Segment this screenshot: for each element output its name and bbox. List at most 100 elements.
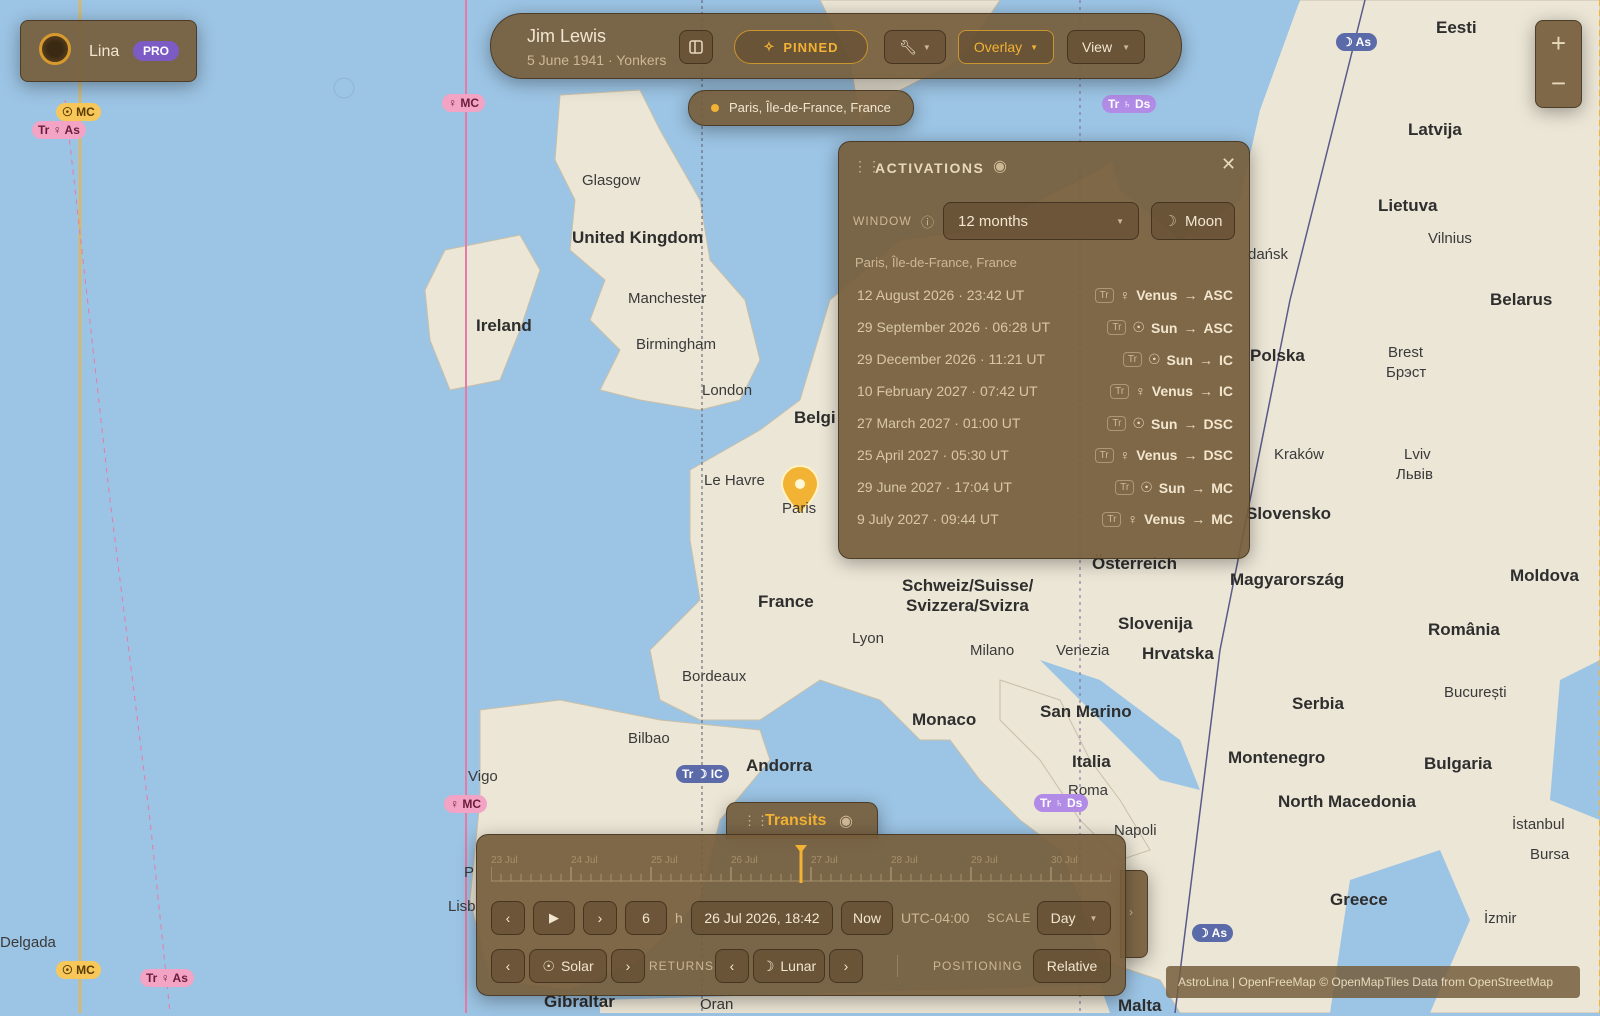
pro-badge: PRO: [133, 41, 180, 61]
map-attribution[interactable]: AstroLina | OpenFreeMap © OpenMapTiles D…: [1166, 966, 1580, 998]
map-label-city: İzmir: [1484, 910, 1517, 927]
lunar-prev-button[interactable]: ‹: [715, 949, 749, 983]
returns-label: RETURNS: [649, 959, 715, 973]
chevron-right-icon: ›: [1129, 905, 1133, 919]
map-label-country: Magyarország: [1230, 570, 1345, 589]
line-tag-sun-mc[interactable]: ☉ MC: [56, 961, 101, 979]
map-label-country: România: [1428, 620, 1500, 639]
eye-icon[interactable]: ◉: [839, 811, 853, 831]
line-tag-venus-mc[interactable]: ♀ MC: [442, 94, 485, 112]
now-button[interactable]: Now: [841, 901, 893, 935]
close-icon[interactable]: ✕: [1221, 154, 1236, 175]
chevron-down-icon: ▼: [1122, 42, 1130, 52]
list-item[interactable]: 25 April 2027 · 05:30 UT Tr ♀ Venus → DSC: [839, 440, 1249, 472]
map-label-country: Latvija: [1408, 120, 1462, 139]
list-item[interactable]: 29 June 2027 · 17:04 UT Tr ☉ Sun → MC: [839, 472, 1249, 504]
map-label-city: Vigo: [468, 768, 498, 785]
zoom-in-button[interactable]: +: [1536, 25, 1581, 61]
eye-icon[interactable]: ◉: [993, 156, 1007, 176]
solar-prev-button[interactable]: ‹: [491, 949, 525, 983]
window-label: WINDOW: [853, 214, 912, 228]
play-button[interactable]: ▶: [533, 901, 575, 935]
list-item[interactable]: 10 February 2027 · 07:42 UT Tr ♀ Venus → IC: [839, 376, 1249, 408]
chevron-left-icon: ‹: [729, 958, 735, 974]
list-item[interactable]: 9 July 2027 · 09:44 UT Tr ♀ Venus → MC: [839, 504, 1249, 536]
map-label-country: United Kingdom: [572, 228, 704, 247]
list-item[interactable]: 12 August 2026 · 23:42 UT Tr ♀ Venus → ASC: [839, 280, 1249, 312]
map-label-country: Belarus: [1490, 290, 1553, 309]
positioning-label: POSITIONING: [933, 959, 1023, 973]
chevron-right-icon: ›: [625, 958, 631, 974]
zoom-controls: + −: [1535, 20, 1582, 108]
map-label-country: Malta: [1118, 996, 1162, 1015]
divider: [897, 955, 898, 977]
map-label-city: Bursa: [1530, 846, 1570, 863]
map-label-city: Manchester: [628, 290, 707, 307]
profile-chip[interactable]: Lina PRO: [20, 20, 197, 82]
line-tag-sun-mc[interactable]: ☉ MC: [56, 103, 101, 121]
line-tag-venus-as[interactable]: Tr ♀ As: [32, 121, 86, 139]
map-label-country: Hrvatska: [1142, 644, 1214, 663]
sun-icon: ☉: [542, 957, 555, 974]
chevron-right-icon: ›: [597, 910, 603, 926]
location-dot-icon: [711, 104, 719, 112]
tools-button[interactable]: 🔧︎ ▼: [884, 30, 946, 64]
sidebar-toggle-button[interactable]: [679, 30, 713, 64]
lunar-return-button[interactable]: ☽ Lunar: [753, 949, 825, 983]
list-item[interactable]: 29 December 2026 · 11:21 UT Tr ☉ Sun → IC: [839, 344, 1249, 376]
line-tag-saturn-ds[interactable]: Tr ♄ Ds: [1102, 95, 1157, 113]
chart-title[interactable]: Jim Lewis: [527, 26, 606, 47]
chevron-left-icon: ‹: [505, 910, 511, 926]
sparkle-icon: ✧: [763, 39, 776, 54]
map-label-city: București: [1444, 684, 1507, 701]
solar-return-button[interactable]: ☉ Solar: [529, 949, 607, 983]
scale-label: SCALE: [987, 911, 1032, 925]
map-label-country: Belgi: [794, 408, 836, 427]
activations-place: Paris, Île-de-France, France: [855, 255, 1017, 270]
map-label-city: Lviv: [1404, 446, 1431, 463]
list-item[interactable]: 29 September 2026 · 06:28 UT Tr ☉ Sun → ASC: [839, 312, 1249, 344]
line-tag-saturn-ds[interactable]: Tr ♄ Ds: [1034, 794, 1089, 812]
moon-toggle-button[interactable]: ☽ Moon: [1151, 202, 1235, 240]
line-tag-moon-as[interactable]: ☽ As: [1192, 924, 1233, 942]
map-label-country: Svizzera/Svizra: [906, 596, 1029, 615]
timeline-tick-label: 28 Jul: [891, 855, 918, 866]
map-label-city: Paris: [782, 500, 817, 517]
step-forward-button[interactable]: ›: [583, 901, 617, 935]
map-label-city: İstanbul: [1512, 816, 1565, 833]
map-label-city: Venezia: [1056, 642, 1110, 659]
line-tag-moon-ic[interactable]: Tr ☽ IC: [676, 765, 729, 783]
window-select[interactable]: 12 months ▼: [943, 202, 1139, 240]
step-back-button[interactable]: ‹: [491, 901, 525, 935]
map-label-city: P: [464, 864, 475, 881]
pinned-button[interactable]: ✧ PINNED: [734, 30, 868, 64]
map-label-country: Ireland: [476, 316, 532, 335]
solar-next-button[interactable]: ›: [611, 949, 645, 983]
map-label-country: Andorra: [746, 756, 813, 775]
map-label-country: North Macedonia: [1278, 792, 1416, 811]
line-tag-moon-as[interactable]: ☽ As: [1336, 33, 1377, 51]
line-tag-venus-as[interactable]: Tr ♀ As: [140, 969, 194, 987]
location-chip[interactable]: Paris, Île-de-France, France: [688, 90, 914, 126]
timezone-label[interactable]: UTC-04:00: [901, 910, 969, 926]
map-label-city: Lisb: [448, 898, 476, 915]
wrench-icon: 🔧︎: [899, 38, 917, 55]
line-tag-venus-mc[interactable]: ♀ MC: [444, 795, 487, 813]
lunar-next-button[interactable]: ›: [829, 949, 863, 983]
map-label-city: Brest: [1388, 344, 1424, 361]
timeline-tick-label: 26 Jul: [731, 855, 758, 866]
scale-select[interactable]: Day ▼: [1037, 901, 1111, 935]
list-item[interactable]: 27 March 2027 · 01:00 UT Tr ☉ Sun → DSC: [839, 408, 1249, 440]
overlay-dropdown[interactable]: Overlay ▼: [958, 30, 1054, 64]
zoom-out-button[interactable]: −: [1536, 65, 1581, 101]
view-dropdown[interactable]: View ▼: [1067, 30, 1145, 64]
datetime-field[interactable]: 26 Jul 2026, 18:42: [691, 901, 833, 935]
positioning-select[interactable]: Relative: [1033, 949, 1111, 983]
chevron-right-icon: ›: [843, 958, 849, 974]
step-size-input[interactable]: 6: [625, 901, 667, 935]
map-label-country: Schweiz/Suisse/: [902, 576, 1034, 595]
map-label-country: France: [758, 592, 814, 611]
map-label-country: Lietuva: [1378, 196, 1438, 215]
map-label-city: Kraków: [1274, 446, 1325, 463]
map-label-city: Le Havre: [704, 472, 765, 489]
